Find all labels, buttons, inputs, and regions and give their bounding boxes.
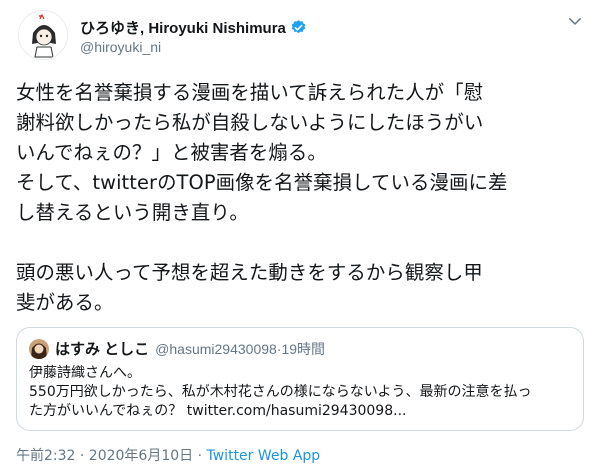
tweet-text-line: そして、twitterのTOP画像を名誉棄損している漫画に差 bbox=[16, 171, 508, 194]
tweet-source-link[interactable]: Twitter Web App bbox=[207, 448, 321, 464]
tweet-footer: 午前2:32 · 2020年6月10日 · Twitter Web App bbox=[16, 445, 320, 465]
quoted-author-handle: @hasumi29430098 bbox=[155, 340, 277, 357]
tweet-text-line: 謝料欲しかったら私が自殺しないようにしたほうがい bbox=[16, 111, 484, 134]
tweet-text: 女性を名誉棄損する漫画を描いて訴えられた人が「慰 謝料欲しかったら私が自殺しない… bbox=[16, 78, 586, 318]
tweet-text-line: 頭の悪い人って予想を超えた動きをするから観察し甲 bbox=[16, 261, 483, 284]
author-avatar[interactable] bbox=[18, 10, 68, 60]
quoted-tweet-text: 伊藤詩織さんへ。 550万円欲しかったら、私が木村花さんの様にならないよう、最新… bbox=[29, 364, 574, 421]
quoted-text-line: 伊藤詩織さんへ。 bbox=[29, 365, 141, 381]
quoted-text-line: 550万円欲しかったら、私が木村花さんの様にならないよう、最新の注意を払っ bbox=[29, 384, 532, 400]
avatar-photo-icon bbox=[29, 338, 49, 359]
tweet-text-line: 斐がある。 bbox=[16, 291, 114, 314]
quoted-tweet-card[interactable]: はすみ としこ @hasumi29430098 · 19時間 伊藤詩織さんへ。 … bbox=[16, 327, 584, 431]
quoted-author-avatar bbox=[29, 338, 49, 359]
quoted-text-line: た方がいいんでねぇの？ twitter.com/hasumi29430098..… bbox=[29, 403, 407, 419]
author-name-row: ひろゆき, Hiroyuki Nishimura bbox=[80, 17, 307, 38]
quoted-tweet-header: はすみ としこ @hasumi29430098 · 19時間 bbox=[29, 338, 325, 359]
tweet-timestamp[interactable]: 午前2:32 · 2020年6月10日 bbox=[16, 448, 193, 464]
tweet-text-line: 女性を名誉棄損する漫画を描いて訴えられた人が「慰 bbox=[16, 81, 484, 104]
author-display-name[interactable]: ひろゆき, Hiroyuki Nishimura bbox=[80, 17, 286, 38]
tweet-text-line: いんでねぇの？」と被害者を煽る。 bbox=[16, 141, 327, 164]
quoted-author-name: はすみ としこ bbox=[55, 341, 150, 358]
footer-separator: · bbox=[193, 448, 207, 464]
quoted-tweet-time: 19時間 bbox=[281, 340, 326, 357]
verified-badge-icon bbox=[291, 20, 306, 34]
chevron-down-icon[interactable] bbox=[566, 12, 584, 30]
tweet-text-line: し替えるという開き直り。 bbox=[16, 201, 249, 224]
author-handle[interactable]: @hiroyuki_ni bbox=[80, 39, 161, 55]
tweet-header: ひろゆき, Hiroyuki Nishimura @hiroyuki_ni bbox=[16, 10, 584, 66]
avatar-illustration-icon bbox=[19, 11, 67, 59]
